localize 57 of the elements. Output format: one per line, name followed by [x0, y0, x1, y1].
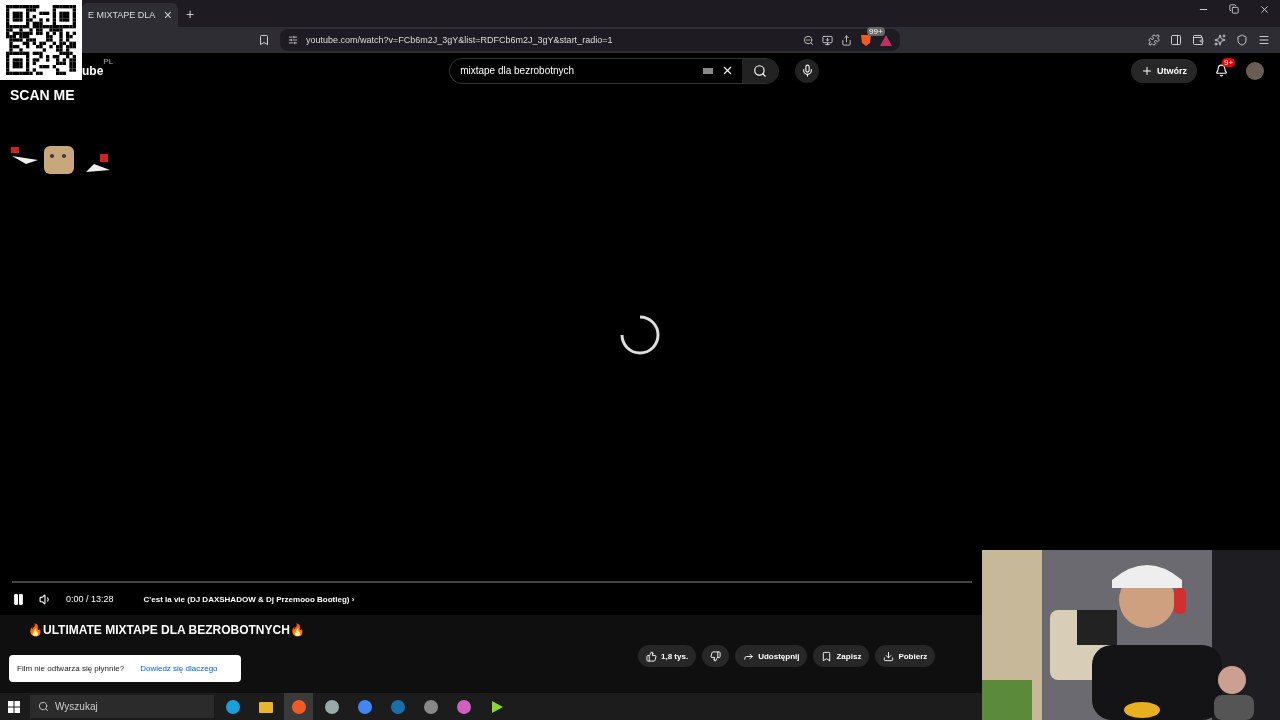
shield-icon[interactable]: [1236, 34, 1248, 46]
toast-message: Film nie odtwarza się płynnie?: [17, 664, 125, 673]
microphone-icon: [800, 64, 814, 77]
shield-badge: 99+: [867, 26, 885, 36]
app-icon[interactable]: [356, 698, 373, 715]
app-icon[interactable]: [323, 698, 340, 715]
learn-why-link[interactable]: Dowiedz się dlaczego: [140, 664, 218, 673]
sidebar-icon[interactable]: [1170, 34, 1182, 46]
youtube-logo[interactable]: ube: [82, 63, 104, 78]
browser-tab[interactable]: E MIXTAPE DLA ×: [82, 3, 178, 27]
windows-start-icon[interactable]: [8, 700, 20, 713]
lion-shield-icon[interactable]: [860, 33, 872, 47]
notifications-icon[interactable]: [1215, 64, 1228, 77]
tab-close[interactable]: ×: [163, 8, 172, 22]
time-display: 0:00 / 13:28: [66, 594, 114, 604]
download-button[interactable]: Pobierz: [875, 645, 936, 667]
bookmark-icon[interactable]: [258, 34, 270, 46]
address-bar[interactable]: youtube.com/watch?v=FCb6m2J_3gY&list=RDFCb6m2J_3gY&start_radio=1 99+: [280, 29, 900, 51]
close-icon[interactable]: [1259, 4, 1270, 15]
keyboard-icon[interactable]: [703, 67, 714, 74]
sparkle-icon[interactable]: [1214, 34, 1226, 46]
wallet-icon[interactable]: [1192, 34, 1204, 46]
thumbs-down-icon: [710, 650, 722, 662]
pause-icon[interactable]: [12, 592, 25, 606]
dislike-button[interactable]: [702, 645, 730, 667]
avatar[interactable]: [1246, 61, 1264, 80]
notification-badge: 9+: [1222, 58, 1236, 67]
thumbs-up-icon: [646, 650, 657, 662]
volume-icon[interactable]: [39, 592, 52, 606]
triangle-icon[interactable]: [880, 34, 892, 46]
menu-icon[interactable]: [1258, 34, 1270, 46]
plus-icon: [1141, 64, 1153, 77]
extensions-icon[interactable]: [1148, 34, 1160, 46]
voice-search-button[interactable]: [795, 58, 820, 83]
save-icon: [821, 650, 833, 662]
video-title: 🔥ULTIMATE MIXTAPE DLA BEZROBOTNYCH🔥: [28, 623, 306, 637]
chapter-title[interactable]: C'est la vie (DJ DAXSHADOW & Dj Przemooo Bootleg) ›: [143, 594, 355, 604]
site-settings-icon[interactable]: [288, 35, 298, 45]
app-icon[interactable]: [455, 698, 472, 715]
create-button[interactable]: Utwórz: [1131, 58, 1197, 83]
qr-label: SCAN ME: [10, 87, 75, 103]
app-icon[interactable]: [224, 698, 241, 715]
zoom-out-icon[interactable]: [803, 34, 814, 46]
search-icon: [38, 701, 49, 712]
share-icon[interactable]: [841, 34, 852, 46]
search-button[interactable]: [742, 58, 779, 83]
like-button[interactable]: 1,8 tys.: [638, 645, 697, 667]
save-button[interactable]: Zapisz: [813, 645, 870, 667]
new-tab-button[interactable]: +: [186, 6, 195, 21]
download-icon: [883, 650, 895, 662]
region-label: PL: [103, 57, 114, 66]
install-icon[interactable]: [822, 34, 833, 46]
share-button[interactable]: Udostępnij: [735, 645, 808, 667]
restore-icon[interactable]: [1229, 4, 1239, 14]
app-icon[interactable]: [422, 698, 439, 715]
search-icon: [753, 63, 768, 78]
taskbar-search[interactable]: Wyszukaj: [30, 695, 214, 718]
